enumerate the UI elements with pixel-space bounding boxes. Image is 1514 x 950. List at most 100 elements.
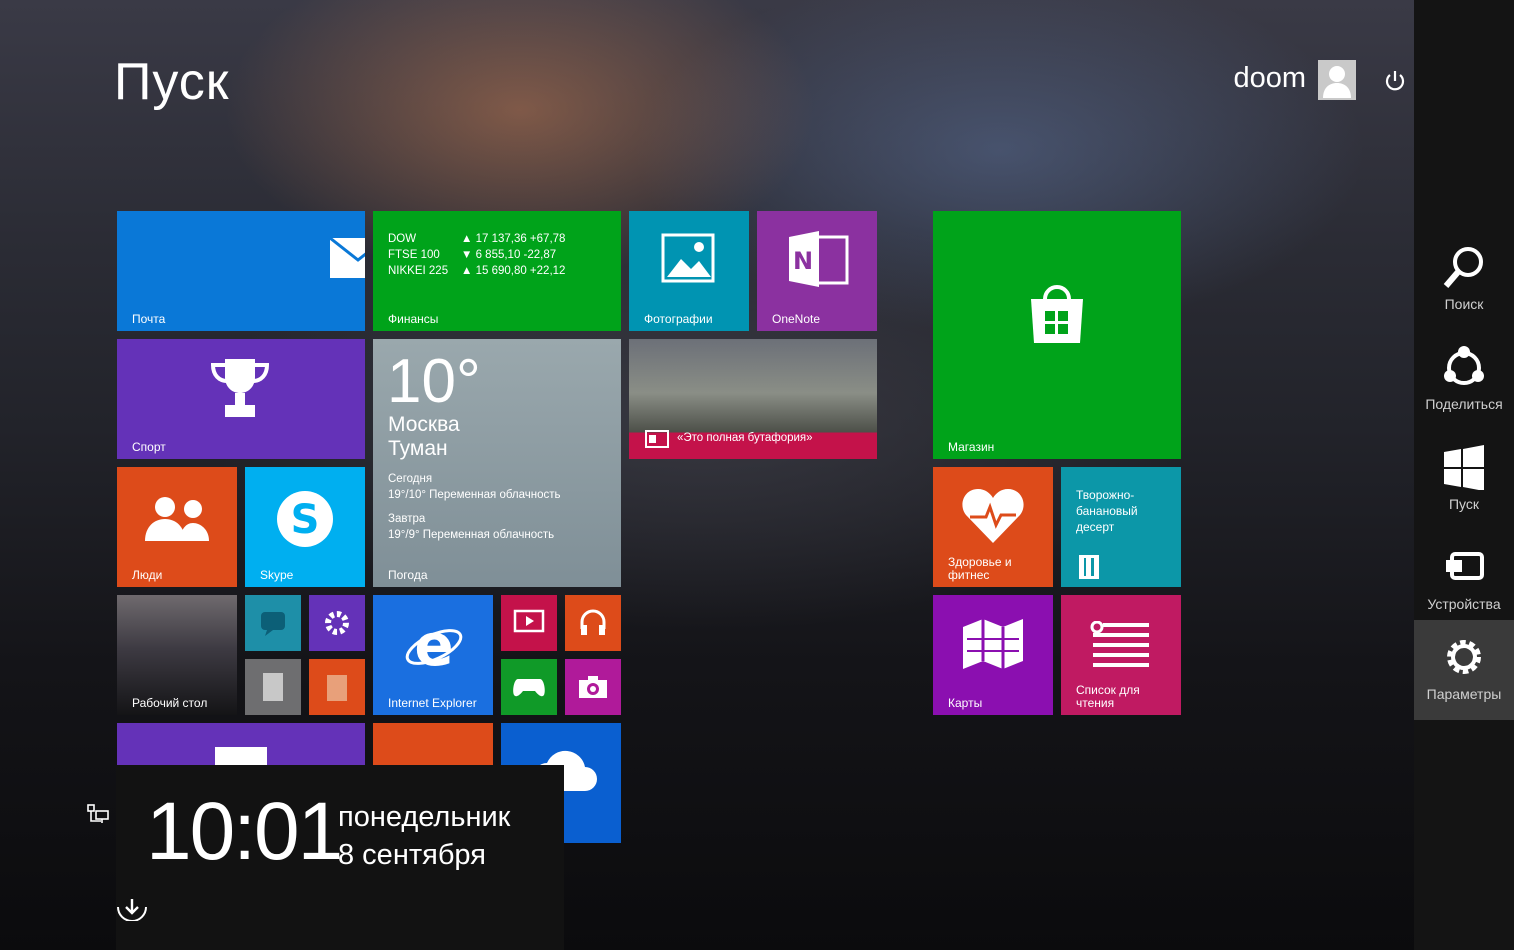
- tile-photos[interactable]: Фотографии: [629, 211, 749, 331]
- recipe-title: Творожно-банановый десерт: [1076, 488, 1138, 534]
- headphones-icon: [580, 609, 606, 635]
- heart-icon: [962, 489, 1024, 543]
- stock-name: DOW: [388, 233, 417, 245]
- internet-explorer-icon: e: [405, 613, 463, 675]
- tile-label: Список для чтения: [1076, 683, 1140, 710]
- charm-settings[interactable]: Параметры: [1414, 620, 1514, 720]
- charm-share[interactable]: Поделиться: [1414, 330, 1514, 430]
- charm-label: Устройства: [1427, 596, 1501, 612]
- tile-ie[interactable]: e Internet Explorer: [373, 595, 493, 715]
- search-icon: [1443, 247, 1483, 288]
- svg-text:N: N: [793, 247, 813, 275]
- windows-icon: [1444, 445, 1484, 490]
- network-icon: [87, 804, 109, 823]
- tile-weather[interactable]: 10° Москва Туман Сегодня 19°/10° Переменн…: [373, 339, 621, 587]
- page-title: Пуск: [114, 53, 230, 111]
- tile-settings-small[interactable]: [309, 595, 365, 651]
- weather-tomorrow-label: Завтра: [388, 513, 426, 525]
- tile-app-small-2[interactable]: [245, 659, 301, 715]
- all-apps-arrow-icon[interactable]: [116, 895, 148, 921]
- trophy-icon: [210, 359, 270, 417]
- user-name[interactable]: doom: [1233, 62, 1306, 95]
- user-avatar[interactable]: [1318, 60, 1356, 100]
- gamepad-icon: [513, 679, 545, 697]
- tile-label: Карты: [948, 696, 983, 710]
- tile-store[interactable]: Магазин: [933, 211, 1181, 459]
- clock-weekday: понедельник: [338, 801, 511, 833]
- tile-camera[interactable]: [565, 659, 621, 715]
- tile-desktop[interactable]: Рабочий стол: [117, 595, 237, 715]
- tile-games[interactable]: [501, 659, 557, 715]
- tile-label: OneNote: [772, 312, 821, 326]
- tile-sport[interactable]: Спорт: [117, 339, 365, 459]
- mail-icon: [329, 237, 365, 278]
- charm-label: Поиск: [1444, 296, 1484, 312]
- weather-today-label: Сегодня: [388, 473, 433, 485]
- news-headline: «Это полная бутафория»: [677, 432, 813, 444]
- svg-text:e: e: [414, 613, 453, 675]
- news-icon: [645, 430, 669, 448]
- clock-time: 10:01: [146, 786, 343, 877]
- chat-icon: [261, 612, 285, 636]
- gear-icon: [1447, 640, 1481, 674]
- tile-skype[interactable]: S Skype: [245, 467, 365, 587]
- store-icon: [1031, 285, 1083, 343]
- document-icon: [263, 673, 283, 701]
- photo-icon: [661, 233, 715, 283]
- tile-label: Люди: [132, 568, 163, 582]
- map-icon: [963, 619, 1023, 669]
- clock-date: 8 сентября: [338, 839, 486, 871]
- stock-name: FTSE 100: [388, 249, 440, 261]
- charm-search[interactable]: Поиск: [1414, 230, 1514, 330]
- tile-app-small-3[interactable]: [309, 659, 365, 715]
- tile-app-small-1[interactable]: [245, 595, 301, 651]
- tile-recipe[interactable]: Творожно-банановый десерт: [1061, 467, 1181, 587]
- tile-label: Магазин: [948, 440, 995, 454]
- tile-label: Погода: [388, 568, 428, 582]
- reading-list-icon: [1090, 621, 1149, 667]
- camera-icon: [579, 676, 607, 698]
- tile-people[interactable]: Люди: [117, 467, 237, 587]
- weather-condition: Туман: [388, 437, 448, 460]
- tile-onenote[interactable]: N OneNote: [757, 211, 877, 331]
- tile-reading-list[interactable]: Список для чтения: [1061, 595, 1181, 715]
- tile-app-partial[interactable]: [373, 723, 493, 765]
- tile-music[interactable]: [565, 595, 621, 651]
- share-icon: [1444, 346, 1484, 385]
- weather-tomorrow-forecast: 19°/9° Переменная облачность: [388, 529, 555, 541]
- power-icon[interactable]: [1382, 68, 1408, 94]
- tile-video[interactable]: [501, 595, 557, 651]
- video-icon: [513, 609, 545, 633]
- tile-label: Skype: [260, 568, 294, 582]
- weather-city: Москва: [388, 413, 460, 436]
- calendar-icon: [215, 747, 267, 765]
- stock-value: ▲ 15 690,80 +22,12: [461, 265, 566, 277]
- tile-finance[interactable]: DOW ▲ 17 137,36 +67,78 FTSE 100 ▼ 6 855,10…: [373, 211, 621, 331]
- charm-devices[interactable]: Устройства: [1414, 530, 1514, 630]
- charms-bar: Поиск Поделиться Пуск Устройства Парамет…: [1414, 0, 1514, 950]
- tile-label: Финансы: [388, 312, 439, 326]
- devices-icon: [1446, 552, 1484, 580]
- tile-mail[interactable]: Почта: [117, 211, 365, 331]
- tile-label: Здоровье и фитнес: [948, 555, 1012, 582]
- tile-label: Почта: [132, 312, 166, 326]
- tile-maps[interactable]: Карты: [933, 595, 1053, 715]
- people-icon: [145, 497, 209, 541]
- gear-icon: [325, 611, 349, 635]
- svg-text:S: S: [291, 497, 320, 543]
- stock-name: NIKKEI 225: [388, 265, 449, 277]
- stock-value: ▲ 17 137,36 +67,78: [461, 233, 566, 245]
- weather-temperature: 10°: [387, 347, 481, 416]
- weather-today-forecast: 19°/10° Переменная облачность: [388, 489, 561, 501]
- tile-news[interactable]: «Это полная бутафория»: [629, 339, 877, 459]
- charm-label: Параметры: [1426, 686, 1502, 702]
- box-icon: [327, 675, 347, 701]
- tile-label: Рабочий стол: [132, 696, 208, 710]
- tile-calendar[interactable]: [117, 723, 365, 765]
- tile-health[interactable]: Здоровье и фитнес: [933, 467, 1053, 587]
- tile-label: Фотографии: [644, 312, 713, 326]
- charm-start[interactable]: Пуск: [1414, 430, 1514, 530]
- fork-knife-icon: [1079, 555, 1099, 579]
- tile-label: Internet Explorer: [388, 696, 477, 710]
- skype-icon: S: [277, 491, 333, 547]
